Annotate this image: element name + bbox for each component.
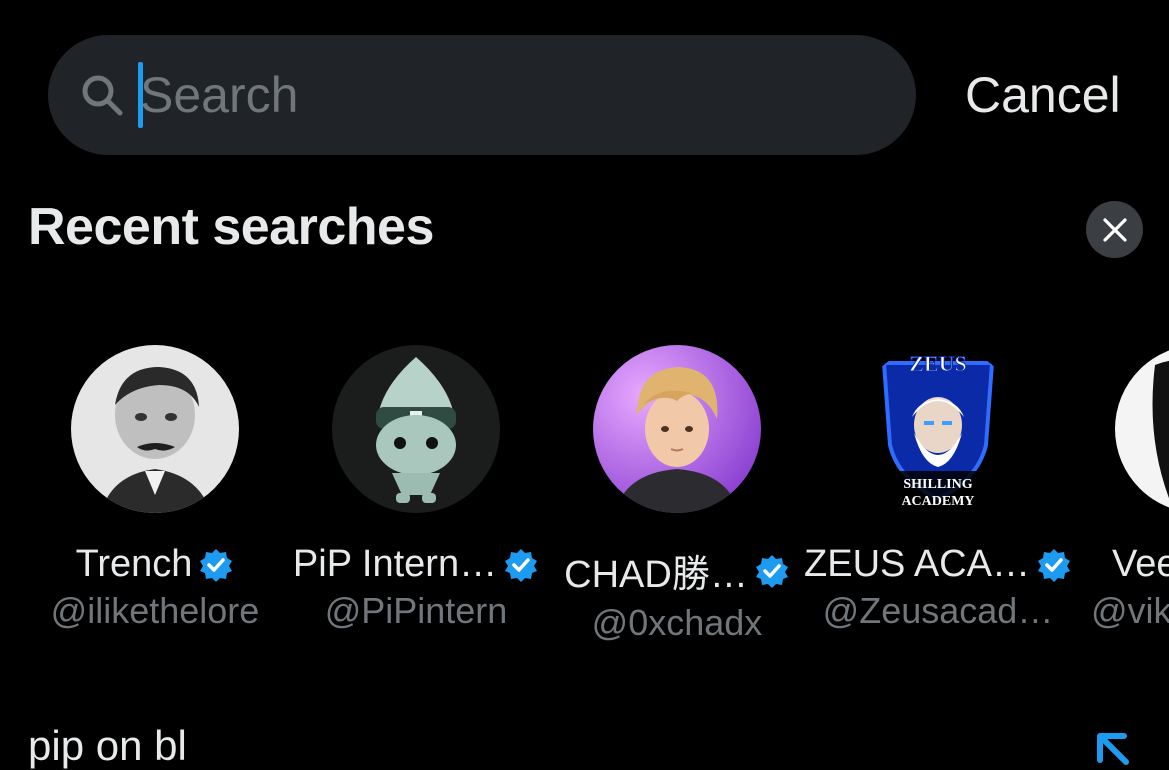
verified-badge-icon <box>755 554 788 588</box>
account-name: Trench <box>75 543 193 585</box>
recent-accounts-carousel[interactable]: Trench @ilikethelore PiP Intern… @PiPint… <box>0 345 1169 645</box>
account-handle: @0xchadx <box>591 602 763 643</box>
search-icon <box>82 75 123 116</box>
account-handle: @PiPintern <box>324 590 508 631</box>
account-handle: @ilikethelore <box>50 590 260 631</box>
recent-searches-title: Recent searches <box>28 198 434 256</box>
avatar <box>593 345 761 513</box>
recent-search-query[interactable]: pip on bl <box>28 722 187 770</box>
recent-account[interactable]: Trench @ilikethelore <box>25 345 285 632</box>
avatar <box>1115 345 1169 513</box>
avatar-logo-text: ZEUS <box>909 351 966 376</box>
text-caret <box>138 62 143 128</box>
avatar: ZEUS SHILLING ACADEMY <box>854 345 1022 513</box>
avatar <box>71 345 239 513</box>
recent-account[interactable]: CHAD勝… @0xchadx <box>547 345 807 644</box>
account-handle: @Zeusacad… <box>822 590 1054 631</box>
cancel-button[interactable]: Cancel <box>965 66 1121 124</box>
account-name: PiP Intern… <box>292 543 498 585</box>
close-icon <box>1102 217 1127 242</box>
avatar-logo-text: ACADEMY <box>901 494 974 509</box>
verified-badge-icon <box>505 548 538 582</box>
arrow-up-left-icon[interactable] <box>1092 730 1132 770</box>
recent-account[interactable]: Vee @vik <box>1069 345 1169 632</box>
verified-badge-icon <box>200 548 233 582</box>
account-name: CHAD勝… <box>564 554 748 596</box>
avatar <box>332 345 500 513</box>
recent-account[interactable]: ZEUS SHILLING ACADEMY ZEUS ACA… @Zeusaca… <box>804 345 1070 632</box>
recent-account[interactable]: PiP Intern… @PiPintern <box>286 345 546 632</box>
account-name: Vee <box>1112 543 1169 585</box>
avatar-logo-text: SHILLING <box>903 477 972 492</box>
account-name: ZEUS ACA… <box>804 543 1030 585</box>
search-input[interactable] <box>140 55 880 135</box>
clear-recent-button[interactable] <box>1086 201 1143 258</box>
account-handle: @vik <box>1091 590 1169 631</box>
verified-badge-icon <box>1037 548 1070 582</box>
